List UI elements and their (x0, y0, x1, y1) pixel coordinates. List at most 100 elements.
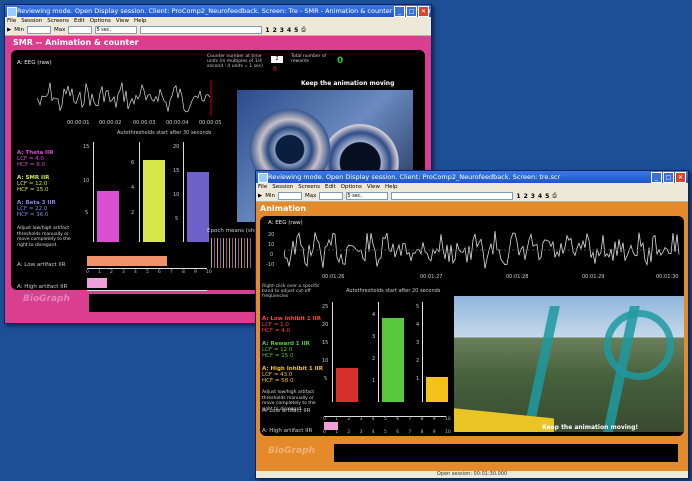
time-slider[interactable] (391, 192, 514, 200)
menu-options[interactable]: Options (90, 17, 111, 25)
artifact-tick-label: 10 (445, 430, 451, 435)
back-axis-3 (183, 142, 184, 242)
back-menubar: File Session Screens Edit Options View H… (5, 17, 431, 25)
print-icon[interactable]: ⎙ (552, 193, 556, 200)
max-field[interactable] (68, 26, 93, 34)
interval-select[interactable]: 5 sec. (346, 192, 389, 200)
time-slider[interactable] (140, 26, 263, 34)
front-time-tick: 00:01:26 (322, 274, 345, 280)
max-label: Max (54, 27, 66, 33)
back-time-tick: 00:00:05 (199, 120, 222, 126)
front-scale-label: 2 (372, 356, 376, 362)
page-1[interactable]: 1 (516, 193, 520, 200)
back-logo: BioGraph (23, 294, 70, 304)
front-time-tick: 00:01:30 (656, 274, 679, 280)
artifact-tick-label: 2 (347, 417, 351, 422)
menu-screens[interactable]: Screens (298, 183, 320, 191)
print-icon[interactable]: ⎙ (301, 27, 305, 34)
maximize-button[interactable]: □ (663, 172, 674, 183)
back-band-theta-hcf: HCF = 8.0 (17, 162, 45, 168)
artifact-tick-label: 8 (420, 430, 424, 435)
play-icon[interactable]: ▶ (258, 193, 262, 199)
page-4[interactable]: 4 (287, 27, 291, 34)
artifact-tick-label: 2 (347, 430, 351, 435)
menu-view[interactable]: View (367, 183, 380, 191)
front-eeg-scale: 10 (268, 242, 275, 248)
front-high-artifact-bar[interactable] (324, 422, 338, 430)
artifact-tick-label: 0 (323, 417, 326, 422)
menu-help[interactable]: Help (385, 183, 398, 191)
back-titlebar[interactable]: Reviewing mode. Open Display session. Cl… (5, 5, 431, 17)
back-beta-bar (187, 172, 209, 242)
front-logo: BioGraph (268, 446, 315, 456)
page-2[interactable]: 2 (524, 193, 528, 200)
maximize-button[interactable]: □ (406, 6, 417, 17)
artifact-tick-label: 8 (420, 417, 424, 422)
page-1[interactable]: 1 (265, 27, 269, 34)
minimize-button[interactable]: _ (651, 172, 662, 183)
artifact-tick-label: 1 (335, 430, 339, 435)
close-button[interactable]: ✕ (418, 6, 429, 17)
page-5[interactable]: 5 (294, 27, 298, 34)
back-counter-field[interactable]: 2 (271, 56, 283, 63)
artifact-tick-label: 4 (371, 430, 375, 435)
artifact-tick-label: 9 (432, 417, 436, 422)
back-eeg-trace (37, 80, 212, 116)
page-3[interactable]: 3 (280, 27, 284, 34)
menu-session[interactable]: Session (272, 183, 293, 191)
back-low-artifact-bar[interactable] (87, 256, 167, 266)
menu-view[interactable]: View (116, 17, 129, 25)
front-keep-moving: Keep the animation moving! (542, 424, 639, 431)
interval-select[interactable]: 5 sec. (95, 26, 138, 34)
artifact-tick-label: 1 (98, 270, 101, 275)
back-scale-label: 5 (175, 216, 179, 222)
front-band-low-hcf: HCF = 4.0 (262, 328, 290, 334)
menu-edit[interactable]: Edit (74, 17, 85, 25)
artifact-tick-label: 8 (182, 270, 185, 275)
front-titlebar[interactable]: Reviewing mode. Open Display session. Cl… (256, 171, 688, 183)
back-low-artifact-label: A: Low artifact IIR (17, 262, 66, 268)
back-high-artifact-bar[interactable] (87, 278, 107, 288)
back-smr-bar (143, 160, 165, 242)
coaster-loop (604, 310, 674, 380)
back-time-tick: 00:00:04 (166, 120, 189, 126)
menu-file[interactable]: File (7, 17, 16, 25)
back-autothreshold: Autothresholds start after 30 seconds (117, 130, 212, 136)
menu-session[interactable]: Session (21, 17, 42, 25)
play-icon[interactable]: ▶ (7, 27, 11, 33)
page-5[interactable]: 5 (545, 193, 549, 200)
artifact-tick-label: 3 (122, 270, 125, 275)
front-window[interactable]: Reviewing mode. Open Display session. Cl… (255, 170, 689, 479)
page-3[interactable]: 3 (531, 193, 535, 200)
min-field[interactable] (27, 26, 51, 34)
menu-help[interactable]: Help (134, 17, 147, 25)
back-time-tick: 00:00:03 (133, 120, 156, 126)
back-theta-bar (97, 191, 119, 242)
front-time-tick: 00:01:28 (506, 274, 529, 280)
back-axis-1 (93, 142, 94, 242)
artifact-tick-label: 7 (170, 270, 173, 275)
menu-screens[interactable]: Screens (47, 17, 69, 25)
max-field[interactable] (319, 192, 344, 200)
artifact-tick-label: 7 (408, 417, 412, 422)
back-total-label: Total number of rewards (291, 54, 327, 64)
menu-options[interactable]: Options (341, 183, 362, 191)
front-axis-2 (378, 302, 379, 402)
menu-edit[interactable]: Edit (325, 183, 336, 191)
menu-file[interactable]: File (258, 183, 267, 191)
artifact-tick-label: 0 (86, 270, 89, 275)
front-axis-3 (422, 302, 423, 402)
front-scale-label: 20 (322, 322, 329, 328)
front-scale-label: 4 (372, 312, 376, 318)
front-scale-label: 2 (416, 358, 420, 364)
back-scale-label: 2 (131, 210, 135, 216)
artifact-tick-label: 9 (194, 270, 197, 275)
page-4[interactable]: 4 (538, 193, 542, 200)
minimize-button[interactable]: _ (394, 6, 405, 17)
close-button[interactable]: ✕ (675, 172, 686, 183)
page-2[interactable]: 2 (273, 27, 277, 34)
front-high-inhibit-bar (426, 377, 448, 402)
front-black-area: A: EEG (raw) 20 10 0 -10 00:01:26 00:01:… (260, 216, 684, 436)
artifact-tick-label: 3 (359, 417, 363, 422)
min-field[interactable] (278, 192, 302, 200)
